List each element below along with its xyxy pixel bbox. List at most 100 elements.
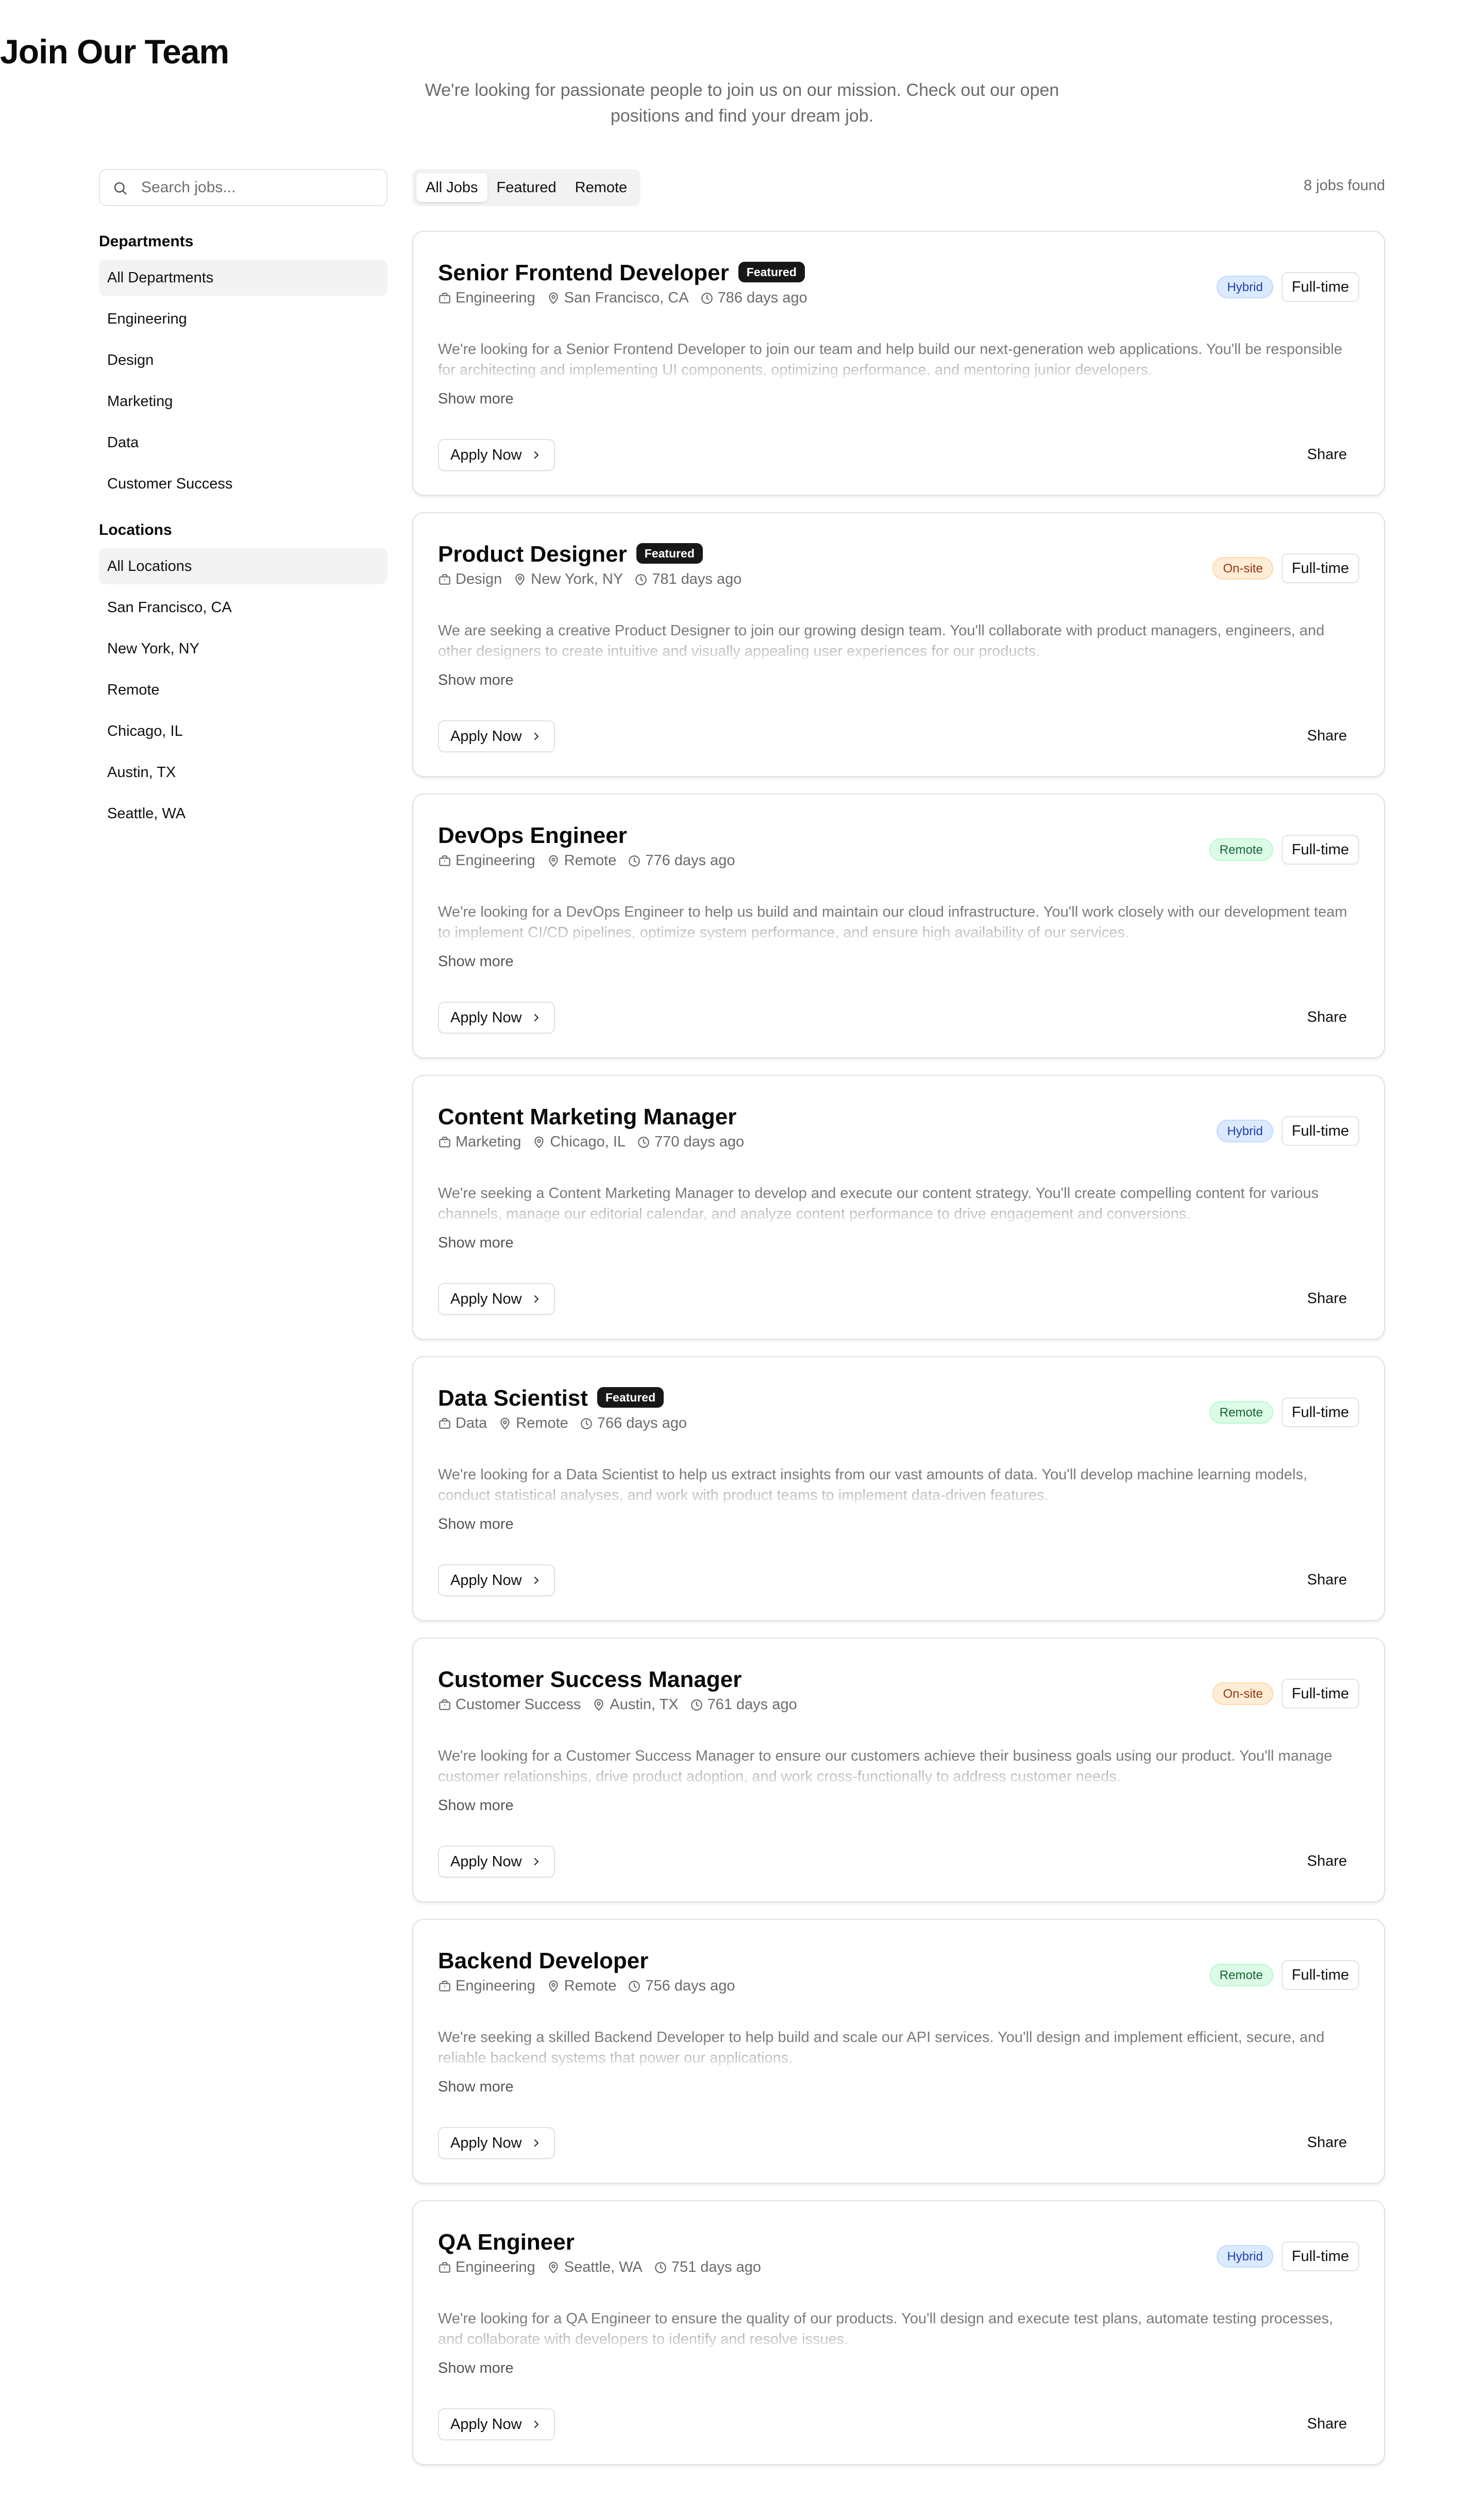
department-filter-data[interactable]: Data xyxy=(99,425,387,461)
show-more-link[interactable]: Show more xyxy=(438,1235,514,1252)
job-posted-text: 756 days ago xyxy=(645,1978,735,1994)
job-posted-text: 770 days ago xyxy=(654,1134,745,1150)
show-more-link[interactable]: Show more xyxy=(438,672,514,689)
location-filter-seattle-wa[interactable]: Seattle, WA xyxy=(99,796,387,832)
work-type-badge: Remote xyxy=(1209,838,1273,861)
job-title-row: Senior Frontend Developer Featured xyxy=(438,259,805,288)
map-pin-icon xyxy=(534,1136,544,1148)
apply-now-button[interactable]: Apply Now xyxy=(438,1564,555,1596)
job-location: Austin, TX xyxy=(592,1696,679,1713)
tab-remote[interactable]: Remote xyxy=(566,173,637,202)
job-location-text: Chicago, IL xyxy=(550,1134,626,1150)
job-location-text: Remote xyxy=(564,852,617,869)
job-title-row: Customer Success Manager xyxy=(438,1665,741,1694)
share-button[interactable]: Share xyxy=(1307,1572,1347,1589)
share-button[interactable]: Share xyxy=(1307,1009,1347,1026)
apply-now-button[interactable]: Apply Now xyxy=(438,439,555,471)
tab-all-jobs[interactable]: All Jobs xyxy=(416,173,487,202)
share-button[interactable]: Share xyxy=(1307,1853,1347,1870)
work-type-badge: Hybrid xyxy=(1217,1120,1273,1142)
apply-now-button[interactable]: Apply Now xyxy=(438,2408,555,2440)
department-filter-customer-success[interactable]: Customer Success xyxy=(99,466,387,502)
job-location-text: Remote xyxy=(564,1978,617,1994)
search-box[interactable] xyxy=(99,169,387,206)
department-filter-all-departments[interactable]: All Departments xyxy=(99,260,387,296)
job-list: Senior Frontend Developer Featured Enginee… xyxy=(412,231,1385,2482)
location-filter-san-francisco-ca[interactable]: San Francisco, CA xyxy=(99,589,387,626)
apply-now-button[interactable]: Apply Now xyxy=(438,1283,555,1315)
show-more-link[interactable]: Show more xyxy=(438,1516,514,1533)
map-pin-icon xyxy=(549,2261,558,2273)
job-title: Content Marketing Manager xyxy=(438,1104,737,1129)
job-badges: On-site Full-time xyxy=(1212,553,1359,583)
job-location: San Francisco, CA xyxy=(547,290,689,307)
share-button[interactable]: Share xyxy=(1307,728,1347,745)
job-description: We are seeking a creative Product Design… xyxy=(438,620,1360,662)
job-description: We're seeking a Content Marketing Manage… xyxy=(438,1183,1360,1224)
work-type-badge: On-site xyxy=(1212,557,1273,580)
job-title: Product Designer xyxy=(438,542,627,567)
job-posted: 776 days ago xyxy=(628,852,735,869)
department-filter-engineering[interactable]: Engineering xyxy=(99,301,387,337)
job-department: Engineering xyxy=(438,852,535,869)
show-more-link[interactable]: Show more xyxy=(438,1797,514,1814)
department-filter-design[interactable]: Design xyxy=(99,342,387,378)
job-badges: Remote Full-time xyxy=(1209,835,1359,865)
job-description: We're looking for a QA Engineer to ensur… xyxy=(438,2308,1360,2350)
job-department: Design xyxy=(438,571,502,588)
department-filter-marketing[interactable]: Marketing xyxy=(99,383,387,419)
share-button[interactable]: Share xyxy=(1307,2134,1347,2151)
job-location: Remote xyxy=(547,1978,617,1995)
chevron-right-icon xyxy=(534,1014,538,1021)
locations-list: All Locations San Francisco, CA New York, … xyxy=(99,548,387,837)
job-location: New York, NY xyxy=(513,571,623,588)
apply-now-button[interactable]: Apply Now xyxy=(438,720,555,752)
show-more-link[interactable]: Show more xyxy=(438,391,514,408)
chevron-right-icon xyxy=(534,733,538,740)
work-type-badge: Hybrid xyxy=(1217,276,1273,298)
search-input[interactable] xyxy=(141,170,378,205)
share-button[interactable]: Share xyxy=(1307,1290,1347,1307)
job-meta: Design New York, NY 781 days ago xyxy=(438,571,753,588)
job-department-text: Engineering xyxy=(456,2259,535,2275)
chevron-right-icon xyxy=(534,1577,538,1584)
apply-now-button[interactable]: Apply Now xyxy=(438,2127,555,2159)
location-filter-chicago-il[interactable]: Chicago, IL xyxy=(99,713,387,749)
tab-featured[interactable]: Featured xyxy=(487,173,566,202)
job-badges: Hybrid Full-time xyxy=(1217,2241,1359,2271)
job-posted-text: 776 days ago xyxy=(645,852,735,869)
job-title-row: QA Engineer xyxy=(438,2228,575,2257)
show-more-link[interactable]: Show more xyxy=(438,2360,514,2377)
share-button[interactable]: Share xyxy=(1307,446,1347,463)
job-posted-text: 761 days ago xyxy=(707,1696,797,1713)
page-title: Join Our Team xyxy=(0,32,229,71)
clock-icon xyxy=(629,855,640,867)
map-pin-icon xyxy=(594,1699,604,1711)
job-title-row: Content Marketing Manager xyxy=(438,1103,736,1132)
share-button[interactable]: Share xyxy=(1307,2416,1347,2433)
clock-icon xyxy=(690,1699,702,1711)
job-location-text: Seattle, WA xyxy=(564,2259,643,2275)
work-type-badge: Remote xyxy=(1209,1964,1273,1986)
job-posted: 770 days ago xyxy=(637,1134,744,1151)
location-filter-austin-tx[interactable]: Austin, TX xyxy=(99,754,387,790)
location-filter-new-york-ny[interactable]: New York, NY xyxy=(99,631,387,667)
job-meta: Engineering Remote 776 days ago xyxy=(438,852,747,869)
job-posted: 756 days ago xyxy=(628,1978,735,1995)
apply-now-button[interactable]: Apply Now xyxy=(438,1846,555,1878)
briefcase-icon xyxy=(439,855,450,866)
apply-now-label: Apply Now xyxy=(450,1290,522,1307)
job-department-text: Engineering xyxy=(456,852,535,869)
show-more-link[interactable]: Show more xyxy=(438,953,514,970)
location-filter-all-locations[interactable]: All Locations xyxy=(99,548,387,584)
show-more-link[interactable]: Show more xyxy=(438,2079,514,2096)
apply-now-button[interactable]: Apply Now xyxy=(438,1002,555,1034)
employment-type-badge: Full-time xyxy=(1281,1960,1359,1990)
apply-now-label: Apply Now xyxy=(450,2134,522,2151)
departments-list: All Departments Engineering Design Marketin… xyxy=(99,260,387,507)
job-card: Product Designer Featured Design New York, … xyxy=(412,512,1385,777)
job-title: DevOps Engineer xyxy=(438,823,627,848)
apply-now-label: Apply Now xyxy=(450,728,522,745)
job-department: Marketing xyxy=(438,1134,521,1151)
location-filter-remote[interactable]: Remote xyxy=(99,672,387,708)
